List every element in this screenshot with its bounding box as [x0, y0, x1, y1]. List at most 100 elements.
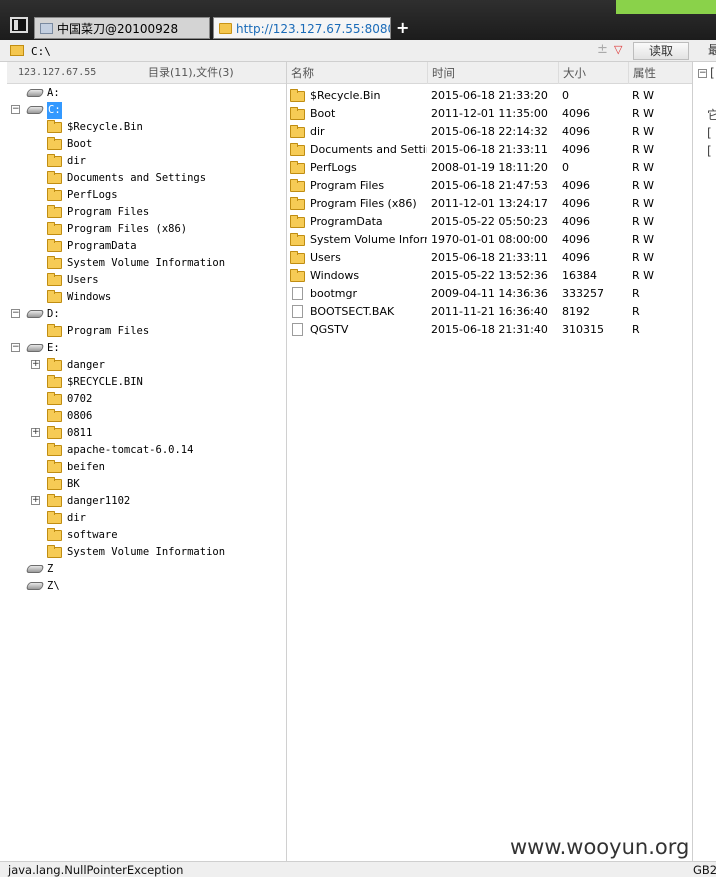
path-input[interactable] — [28, 42, 630, 60]
tree-folder-item[interactable]: + danger — [31, 357, 281, 374]
file-size: 4096 — [562, 197, 590, 210]
tree-folder-item[interactable]: BK — [31, 476, 281, 493]
tree-drive-item[interactable]: Z — [11, 561, 281, 578]
tree-folder-item[interactable]: 0806 — [31, 408, 281, 425]
file-attr: R W — [632, 161, 655, 174]
file-list-row[interactable]: QGSTV 2015-06-18 21:31:40 310315 R — [287, 321, 692, 339]
file-list-row[interactable]: BOOTSECT.BAK 2011-11-21 16:36:40 8192 R — [287, 303, 692, 321]
file-attr: R — [632, 287, 640, 300]
tab-home[interactable]: 中国菜刀@20100928 — [34, 17, 210, 39]
tree-folder-item[interactable]: +0811 — [31, 425, 281, 442]
panel-toggle-icon[interactable] — [10, 17, 28, 33]
file-list-row[interactable]: Documents and Settings 2015-06-18 21:33:1… — [287, 141, 692, 159]
tree-folder-item[interactable]: System Volume Information — [31, 255, 281, 272]
column-time[interactable]: 时间 — [428, 62, 559, 84]
collapse-icon[interactable]: − — [11, 309, 20, 318]
overflow-button[interactable]: 最 — [708, 42, 716, 58]
tree-drive-item[interactable]: − C: — [11, 102, 281, 119]
file-list-row[interactable]: Program Files (x86) 2011-12-01 13:24:17 40… — [287, 195, 692, 213]
file-list-row[interactable]: Users 2015-06-18 21:33:11 4096 R W — [287, 249, 692, 267]
file-name: Documents and Settings — [310, 143, 427, 156]
status-message: java.lang.NullPointerException — [8, 863, 184, 877]
tree-folder-item[interactable]: ProgramData — [31, 238, 281, 255]
tree-folder-item[interactable]: dir — [31, 153, 281, 170]
folder-icon — [10, 45, 24, 56]
file-list-row[interactable]: Windows 2015-05-22 13:52:36 16384 R W — [287, 267, 692, 285]
collapse-icon[interactable]: − — [11, 105, 20, 114]
file-attr: R W — [632, 143, 655, 156]
tree-folder-item[interactable]: + danger1102 — [31, 493, 281, 510]
chevron-down-icon[interactable]: ▽ — [614, 42, 622, 58]
folder-icon — [47, 426, 62, 439]
file-attr: R W — [632, 179, 655, 192]
file-time: 2011-11-21 16:36:40 — [431, 305, 548, 318]
tree-folder-item[interactable]: $RECYCLE.BIN — [31, 374, 281, 391]
tree-drive-item[interactable]: − E: — [11, 340, 281, 357]
tree-folder-item[interactable]: software — [31, 527, 281, 544]
column-attr[interactable]: 属性 — [629, 62, 692, 84]
column-size[interactable]: 大小 — [559, 62, 629, 84]
tab-file-manager[interactable]: http://123.127.67.55:8080/te... — [213, 17, 391, 39]
tree-item-label: Z — [47, 563, 54, 575]
file-list-row[interactable]: PerfLogs 2008-01-19 18:11:20 0 R W — [287, 159, 692, 177]
tree-item-label: Windows — [67, 291, 112, 303]
file-attr: R W — [632, 125, 655, 138]
collapse-icon[interactable]: − — [11, 343, 20, 352]
tree-drive-item[interactable]: Z\ — [11, 578, 281, 595]
expand-icon[interactable]: + — [31, 496, 40, 505]
tree-folder-item[interactable]: System Volume Information — [31, 544, 281, 561]
collapse-icon[interactable]: − — [698, 69, 707, 78]
tree-item-label: BK — [67, 478, 80, 490]
tree-folder-item[interactable]: beifen — [31, 459, 281, 476]
file-list-row[interactable]: Boot 2011-12-01 11:35:00 4096 R W — [287, 105, 692, 123]
file-size: 4096 — [562, 107, 590, 120]
folder-icon — [47, 324, 62, 337]
file-list-row[interactable]: $Recycle.Bin 2015-06-18 21:33:20 0 R W — [287, 87, 692, 105]
tree-item-label: $RECYCLE.BIN — [67, 376, 143, 388]
file-list-row[interactable]: dir 2015-06-18 22:14:32 4096 R W — [287, 123, 692, 141]
file-size: 4096 — [562, 233, 590, 246]
read-button[interactable]: 读取 — [633, 42, 689, 60]
file-list-row[interactable]: bootmgr 2009-04-11 14:36:36 333257 R — [287, 285, 692, 303]
tree-drive-item[interactable]: − D: — [11, 306, 281, 323]
tree-drive-item[interactable]: A: — [11, 85, 281, 102]
tree-folder-item[interactable]: 0702 — [31, 391, 281, 408]
tree-folder-item[interactable]: dir — [31, 510, 281, 527]
tree-folder-item[interactable]: Program Files (x86) — [31, 221, 281, 238]
drive-icon — [25, 106, 45, 114]
expand-icon[interactable]: + — [31, 360, 40, 369]
file-list-row[interactable]: System Volume Inform... 1970-01-01 08:00:… — [287, 231, 692, 249]
tree-folder-item[interactable]: PerfLogs — [31, 187, 281, 204]
drive-icon — [25, 310, 45, 318]
file-list: $Recycle.Bin 2015-06-18 21:33:20 0 R W Boot 2… — [287, 84, 692, 861]
expand-icon[interactable]: + — [31, 428, 40, 437]
column-name[interactable]: 名称 — [287, 62, 428, 84]
file-size: 4096 — [562, 215, 590, 228]
tree-header: 123.127.67.55 目录(11),文件(3) — [7, 62, 286, 84]
tree-item-label: System Volume Information — [67, 546, 226, 558]
host-ip: 123.127.67.55 — [18, 67, 97, 78]
file-list-row[interactable]: Program Files 2015-06-18 21:47:53 4096 R W — [287, 177, 692, 195]
new-tab-plus-icon[interactable]: + — [396, 17, 409, 39]
tree-folder-item[interactable]: $Recycle.Bin — [31, 119, 281, 136]
tree-folder-item[interactable]: apache-tomcat-6.0.14 — [31, 442, 281, 459]
file-time: 2011-12-01 13:24:17 — [431, 197, 548, 210]
folder-icon — [47, 477, 62, 490]
encoding-indicator[interactable]: GB2 — [693, 862, 716, 878]
folder-icon — [47, 358, 62, 371]
tree-folder-item[interactable]: Documents and Settings — [31, 170, 281, 187]
tree-folder-item[interactable]: Program Files — [31, 323, 281, 340]
folder-icon — [47, 443, 62, 456]
plus-minus-icon[interactable]: ± — [597, 42, 608, 58]
file-list-row[interactable]: ProgramData 2015-05-22 05:50:23 4096 R W — [287, 213, 692, 231]
tree-folder-item[interactable]: Windows — [31, 289, 281, 306]
tree-folder-item[interactable]: Boot — [31, 136, 281, 153]
tree-item-label: danger1102 — [67, 495, 131, 507]
file-time: 2015-06-18 21:33:11 — [431, 143, 548, 156]
folder-icon — [47, 494, 62, 507]
file-size: 4096 — [562, 143, 590, 156]
tree-folder-item[interactable]: Users — [31, 272, 281, 289]
folder-icon — [47, 460, 62, 473]
tree-folder-item[interactable]: Program Files — [31, 204, 281, 221]
address-bar: ± ▽ 读取 最 — [0, 40, 716, 62]
